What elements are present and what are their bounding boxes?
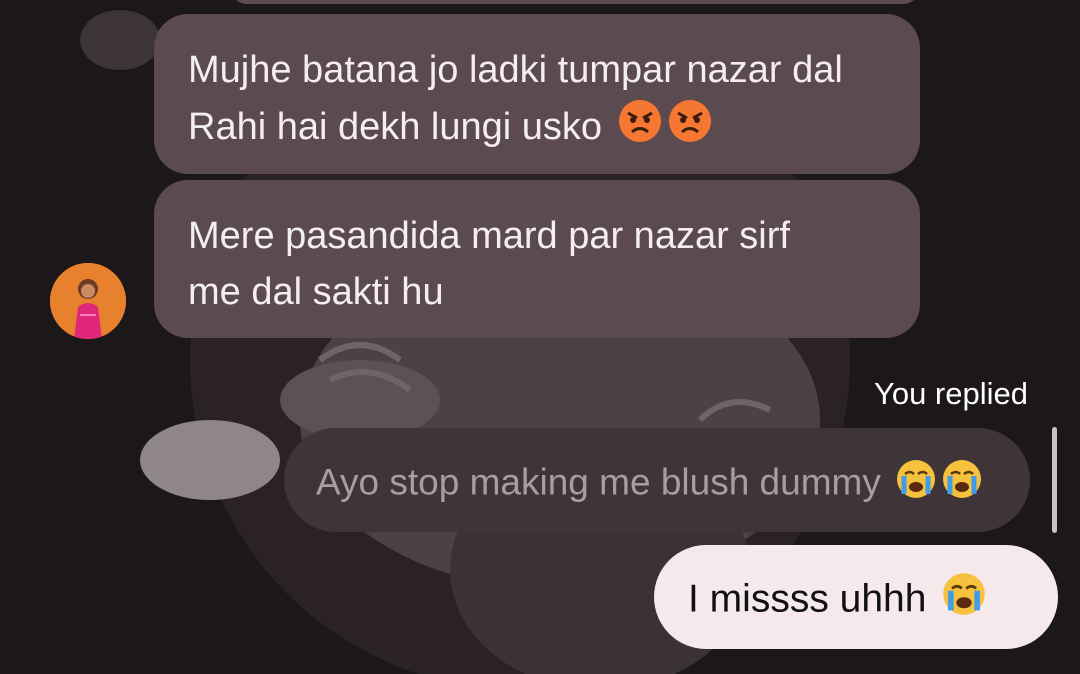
crying-face-icon	[941, 571, 987, 631]
message-text: Mujhe batana jo ladki tumpar nazar dal R…	[188, 49, 843, 149]
sender-avatar[interactable]	[50, 263, 126, 339]
previous-message-bubble-edge	[230, 0, 920, 4]
angry-face-icon	[617, 98, 663, 160]
message-text: I missss uhhh	[688, 577, 927, 621]
received-message-bubble[interactable]: Mujhe batana jo ladki tumpar nazar dal R…	[154, 14, 920, 174]
crying-face-icon	[941, 458, 983, 511]
sent-message-bubble[interactable]: I missss uhhh	[654, 545, 1058, 649]
received-message-bubble[interactable]: Mere pasandida mard par nazar sirf me da…	[154, 180, 920, 338]
crying-face-icon	[895, 458, 937, 511]
message-text: me dal sakti hu	[188, 271, 444, 313]
message-text: Mere pasandida mard par nazar sirf	[188, 215, 790, 257]
quoted-text: Ayo stop making me blush dummy	[316, 461, 881, 503]
angry-face-icon	[667, 98, 713, 160]
reply-label: You replied	[874, 376, 1028, 411]
quoted-message-bubble[interactable]: Ayo stop making me blush dummy	[284, 428, 1030, 532]
reply-indicator-bar	[1052, 427, 1057, 533]
